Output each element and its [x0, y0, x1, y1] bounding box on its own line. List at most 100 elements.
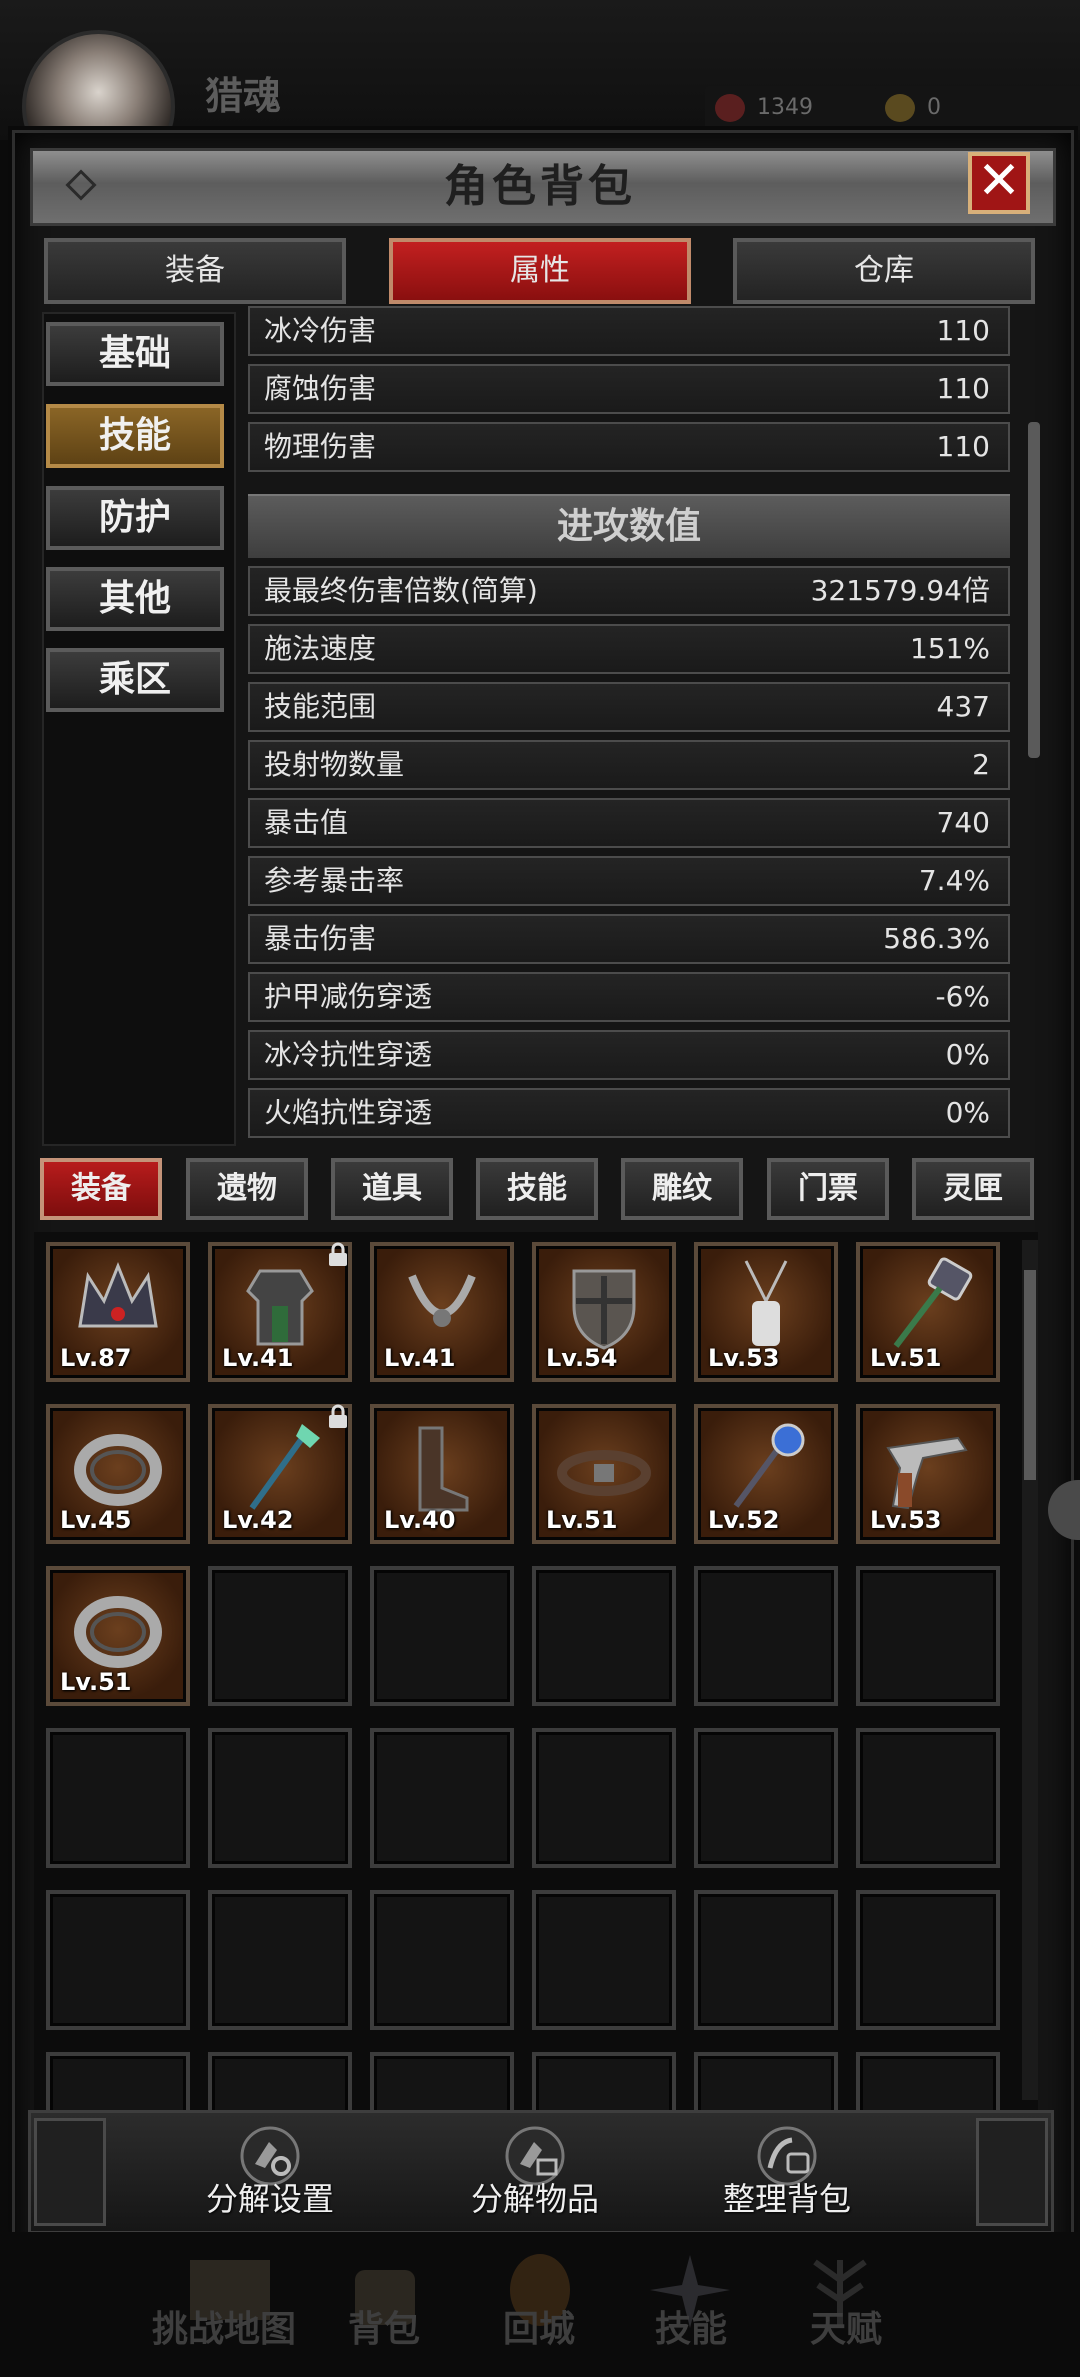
inventory-slot[interactable] — [532, 2052, 676, 2110]
side-tab-skills[interactable]: 技能 — [46, 404, 224, 468]
inventory-slot[interactable] — [856, 1566, 1000, 1706]
inventory-slot[interactable] — [694, 1728, 838, 1868]
stat-row: 火焰抗性穿透 0% — [248, 1088, 1010, 1138]
sort-bag-button[interactable]: 整理背包 — [667, 2120, 907, 2230]
inv-tab-glyphs[interactable]: 雕纹 — [621, 1158, 743, 1220]
inventory-slot[interactable]: Lv.41 — [370, 1242, 514, 1382]
coin-counter: 0 — [875, 86, 1080, 130]
coin-icon — [885, 94, 915, 122]
nav-bag[interactable]: 背包 — [348, 2300, 420, 2352]
stat-value: 0% — [945, 1096, 990, 1129]
tab-equipment[interactable]: 装备 — [44, 238, 346, 304]
inventory-slot[interactable]: Lv.52 — [694, 1404, 838, 1544]
stats-scrollbar[interactable] — [1028, 422, 1040, 758]
salvage-settings-button[interactable]: 分解设置 — [150, 2120, 390, 2230]
stat-row: 参考暴击率 7.4% — [248, 856, 1010, 906]
window-title: 角色背包 — [444, 161, 636, 212]
salvage-items-button[interactable]: 分解物品 — [415, 2120, 655, 2230]
item-level: Lv.41 — [222, 1344, 294, 1372]
item-level: Lv.53 — [870, 1506, 942, 1534]
inventory-slot[interactable] — [208, 1728, 352, 1868]
inv-tab-relics[interactable]: 遗物 — [186, 1158, 308, 1220]
inventory-slot[interactable] — [694, 1890, 838, 2030]
inventory-slot[interactable]: Lv.41 — [208, 1242, 352, 1382]
side-tab-defense[interactable]: 防护 — [46, 486, 224, 550]
inventory-slot[interactable] — [856, 2052, 1000, 2110]
side-tab-other[interactable]: 其他 — [46, 567, 224, 631]
close-button[interactable]: ✕ — [968, 152, 1030, 214]
gem-count: 1349 — [757, 95, 813, 120]
inventory-slot[interactable]: Lv.51 — [46, 1566, 190, 1706]
stat-label: 冰冷抗性穿透 — [264, 1038, 433, 1071]
stat-value: 437 — [936, 690, 990, 723]
inventory-slot[interactable]: Lv.51 — [856, 1242, 1000, 1382]
inv-tab-tickets[interactable]: 门票 — [767, 1158, 889, 1220]
inventory-slot[interactable] — [370, 1890, 514, 2030]
necklace-icon — [744, 1260, 788, 1346]
nav-talents[interactable]: 天赋 — [810, 2300, 882, 2352]
inventory-slot[interactable] — [208, 2052, 352, 2110]
grid-scrollbar-thumb[interactable] — [1024, 1270, 1036, 1480]
stat-value: 740 — [936, 806, 990, 839]
inventory-slot[interactable]: Lv.51 — [532, 1404, 676, 1544]
stat-label: 投射物数量 — [264, 748, 405, 781]
stat-row: 腐蚀伤害 110 — [248, 364, 1010, 414]
inventory-slot[interactable] — [208, 1890, 352, 2030]
inventory-slot[interactable]: Lv.40 — [370, 1404, 514, 1544]
inventory-slot[interactable] — [856, 1890, 1000, 2030]
inv-tab-equipment[interactable]: 装备 — [40, 1158, 162, 1220]
item-level: Lv.42 — [222, 1506, 294, 1534]
lock-icon — [329, 1404, 347, 1428]
tab-warehouse[interactable]: 仓库 — [733, 238, 1035, 304]
hammer-icon — [893, 1257, 973, 1348]
item-level: Lv.41 — [384, 1344, 456, 1372]
stat-value: 0% — [945, 1038, 990, 1071]
side-tab-multiplier[interactable]: 乘区 — [46, 648, 224, 712]
inv-tab-spirit-box[interactable]: 灵匣 — [912, 1158, 1034, 1220]
item-level: Lv.53 — [708, 1344, 780, 1372]
boots-icon — [418, 1426, 469, 1512]
ring-icon — [74, 1434, 162, 1506]
inventory-slot[interactable] — [46, 1890, 190, 2030]
item-level: Lv.51 — [870, 1344, 942, 1372]
inventory-slot[interactable]: Lv.54 — [532, 1242, 676, 1382]
item-level: Lv.45 — [60, 1506, 132, 1534]
stat-label: 腐蚀伤害 — [264, 372, 377, 405]
side-tab-basic[interactable]: 基础 — [46, 322, 224, 386]
inventory-slot[interactable] — [46, 2052, 190, 2110]
stat-value: 110 — [936, 372, 990, 405]
scepter-icon — [733, 1423, 805, 1508]
nav-return-town[interactable]: 回城 — [503, 2300, 575, 2352]
inventory-slot[interactable] — [532, 1890, 676, 2030]
inventory-slot[interactable] — [46, 1728, 190, 1868]
nav-challenge-map[interactable]: 挑战地图 — [152, 2300, 296, 2352]
inventory-slot[interactable]: Lv.42 — [208, 1404, 352, 1544]
action-label: 分解物品 — [470, 2180, 599, 2218]
inventory-slot[interactable] — [370, 1728, 514, 1868]
stat-row: 冰冷伤害 110 — [248, 306, 1010, 356]
stat-value: 321579.94倍 — [810, 574, 990, 607]
inventory-slot[interactable] — [694, 2052, 838, 2110]
ornament-left — [34, 2118, 106, 2226]
section-header: 进攻数值 — [248, 494, 1010, 558]
nav-skills[interactable]: 技能 — [655, 2300, 727, 2352]
inventory-slot[interactable]: Lv.53 — [856, 1404, 1000, 1544]
tab-attributes[interactable]: 属性 — [389, 238, 691, 304]
inventory-slot[interactable] — [532, 1566, 676, 1706]
action-label: 整理背包 — [722, 2180, 851, 2218]
inv-tab-skills[interactable]: 技能 — [476, 1158, 598, 1220]
inventory-slot[interactable]: Lv.87 — [46, 1242, 190, 1382]
inventory-slot[interactable] — [532, 1728, 676, 1868]
stat-label: 暴击值 — [264, 806, 349, 839]
inventory-slot[interactable] — [694, 1566, 838, 1706]
inventory-slot[interactable]: Lv.45 — [46, 1404, 190, 1544]
stat-label: 护甲减伤穿透 — [264, 980, 433, 1013]
inventory-slot[interactable] — [370, 1566, 514, 1706]
inv-tab-items[interactable]: 道具 — [331, 1158, 453, 1220]
inventory-slot[interactable] — [856, 1728, 1000, 1868]
stat-label: 参考暴击率 — [264, 864, 405, 897]
inventory-slot[interactable]: Lv.53 — [694, 1242, 838, 1382]
inventory-slot[interactable] — [370, 2052, 514, 2110]
stat-label: 暴击伤害 — [264, 922, 377, 955]
inventory-slot[interactable] — [208, 1566, 352, 1706]
